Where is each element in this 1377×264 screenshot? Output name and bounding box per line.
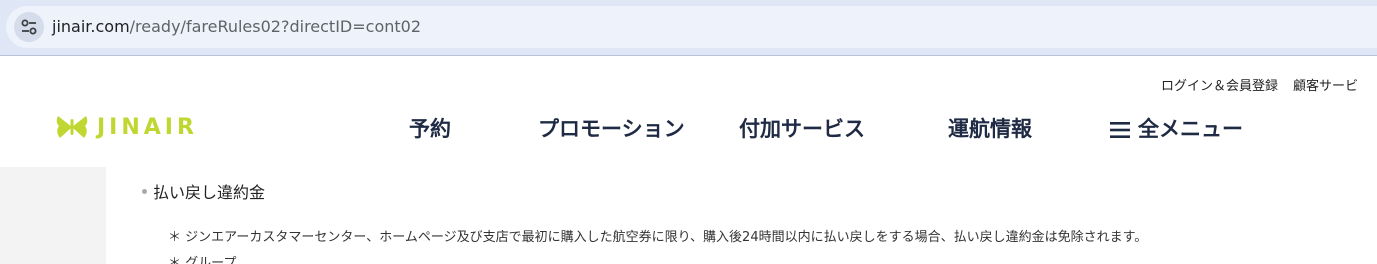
address-bar[interactable]: jinair.com/ready/fareRules02?directID=co…: [6, 6, 1377, 48]
site-info-button[interactable]: [14, 12, 44, 42]
hamburger-icon: [1110, 122, 1130, 138]
browser-toolbar: jinair.com/ready/fareRules02?directID=co…: [0, 0, 1377, 56]
section-title-text: 払い戻し違約金: [153, 183, 266, 202]
section-title: 払い戻し違約金: [142, 179, 265, 203]
bullet-icon: [142, 189, 147, 194]
nav-promotion[interactable]: プロモーション: [538, 116, 685, 142]
content-area: 払い戻し違約金 ＊ ジンエアーカスタマーセンター、ホームページ及び支店で最初に購…: [0, 167, 1377, 264]
url-host: jinair.com: [52, 17, 130, 36]
utility-links: ログイン＆会員登録 顧客サービ: [1161, 75, 1373, 94]
fare-rules-panel: 払い戻し違約金 ＊ ジンエアーカスタマーセンター、ホームページ及び支店で最初に購…: [106, 167, 1377, 264]
customer-service-link[interactable]: 顧客サービ: [1293, 79, 1358, 94]
nav-reservation[interactable]: 予約: [409, 116, 451, 142]
tune-icon: [21, 19, 37, 35]
all-menu-label: 全メニュー: [1138, 117, 1243, 141]
nav-additional-services[interactable]: 付加サービス: [739, 116, 865, 142]
site-header: ログイン＆会員登録 顧客サービ JINAIR 予約 プロモーション 付加サービス …: [0, 56, 1377, 167]
refund-waiver-note: ＊ ジンエアーカスタマーセンター、ホームページ及び支店で最初に購入した航空券に限…: [168, 230, 1148, 245]
url-text[interactable]: jinair.com/ready/fareRules02?directID=co…: [52, 16, 421, 38]
butterfly-icon: [56, 116, 88, 138]
login-link[interactable]: ログイン＆会員登録: [1161, 79, 1278, 94]
logo-text: JINAIR: [97, 114, 198, 140]
jinair-logo[interactable]: JINAIR: [55, 114, 198, 140]
partial-note: ＊ グループ…: [168, 256, 250, 264]
nav-all-menu[interactable]: 全メニュー: [1110, 116, 1243, 142]
url-path: /ready/fareRules02?directID=cont02: [129, 17, 422, 36]
nav-flight-info[interactable]: 運航情報: [948, 116, 1032, 142]
